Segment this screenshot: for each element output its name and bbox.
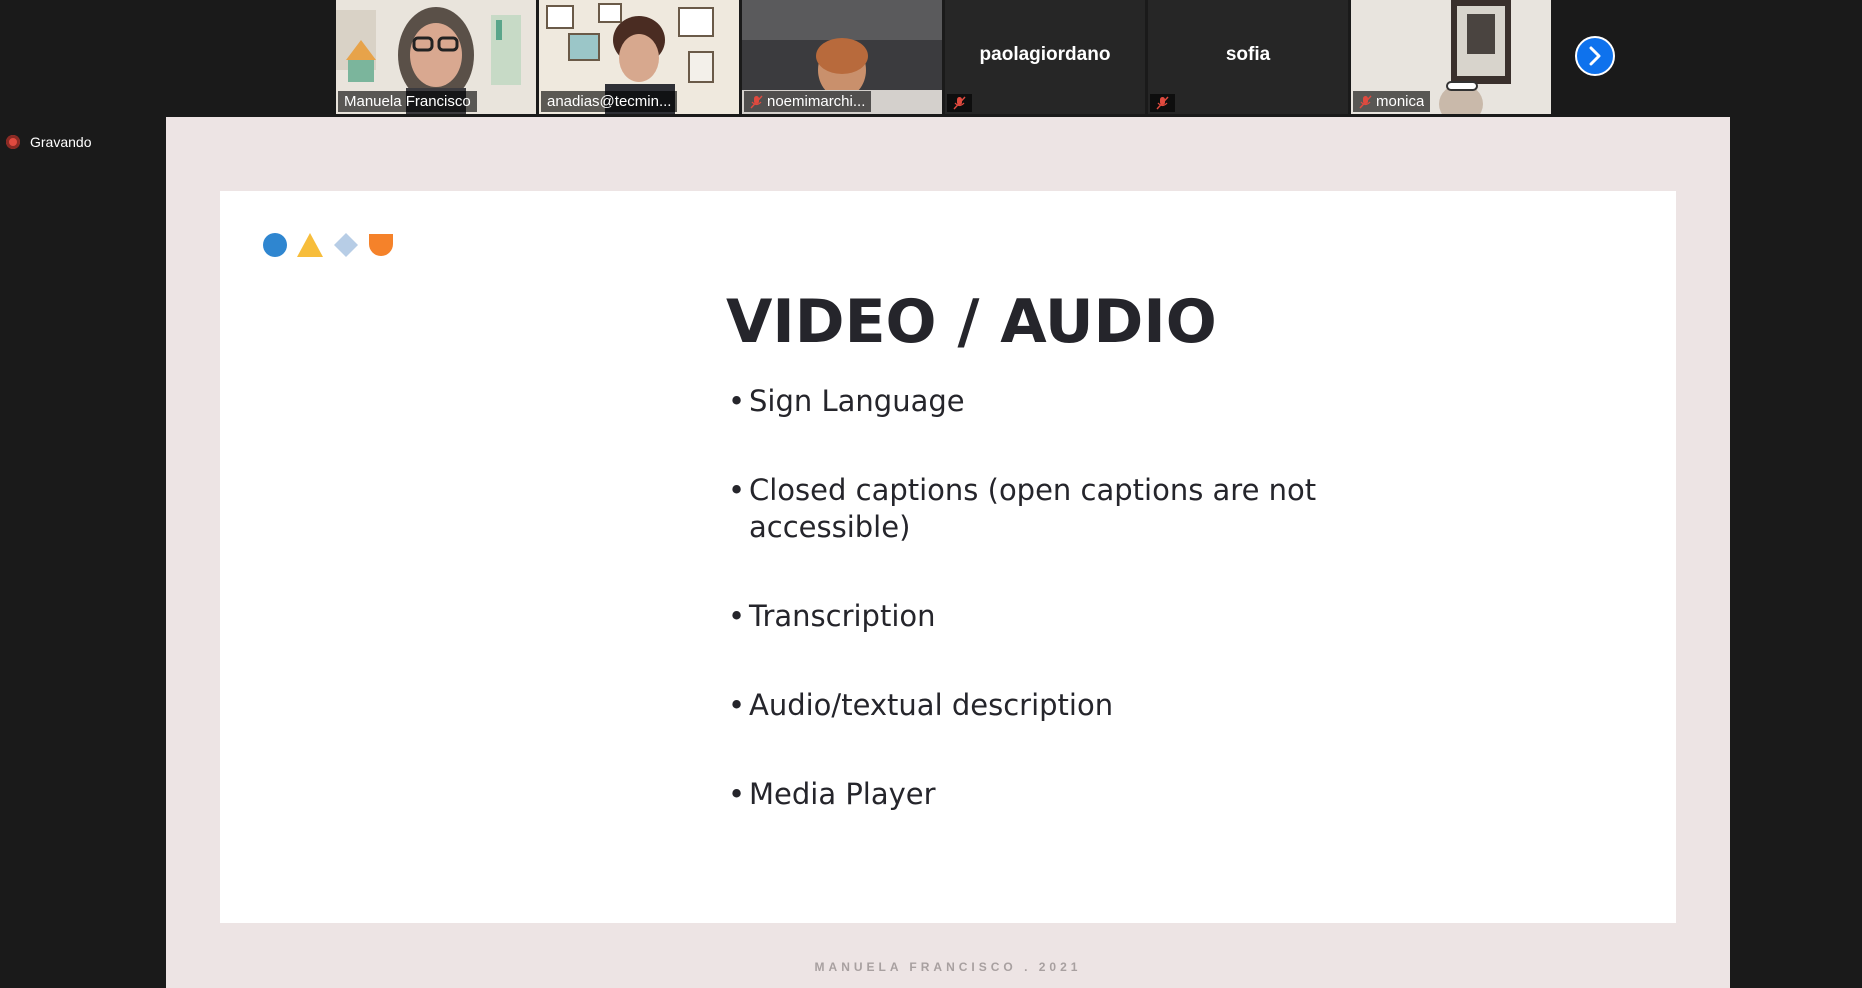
slide-logo	[262, 231, 394, 259]
diamond-icon	[334, 233, 358, 257]
participant-name-display: sofia	[1225, 44, 1271, 65]
slide: VIDEO / AUDIO Sign Language Closed capti…	[220, 191, 1676, 923]
slide-bullet: Sign Language	[728, 383, 1328, 420]
slide-bullet: Audio/textual description	[728, 687, 1328, 724]
mic-muted-icon	[1359, 95, 1372, 108]
triangle-icon	[297, 233, 323, 257]
participant-tile[interactable]: anadias@tecmin...	[539, 0, 739, 114]
participant-name-label: Manuela Francisco	[338, 91, 477, 112]
participant-name-display: paolagiordano	[979, 44, 1111, 65]
next-page-button[interactable]	[1575, 36, 1615, 76]
mic-muted-icon	[1156, 96, 1169, 110]
shield-icon	[369, 234, 393, 256]
slide-bullet: Closed captions (open captions are not a…	[728, 472, 1328, 546]
chevron-right-icon	[1589, 46, 1601, 66]
recording-indicator[interactable]: Gravando	[6, 134, 91, 150]
slide-bullet: Transcription	[728, 598, 1328, 635]
participant-tile[interactable]: monica	[1351, 0, 1551, 114]
participant-name-label: noemimarchi...	[744, 91, 872, 112]
participant-name-label	[1150, 94, 1175, 112]
participant-tile[interactable]: noemimarchi...	[742, 0, 942, 114]
participant-tile[interactable]: sofia	[1148, 0, 1348, 114]
participant-name-label	[947, 94, 972, 112]
video-gallery: Manuela Francisco anadias@tecmin... noem…	[336, 0, 1551, 114]
participant-tile[interactable]: paolagiordano	[945, 0, 1145, 114]
recording-icon	[6, 135, 20, 149]
participant-tile[interactable]: Manuela Francisco	[336, 0, 536, 114]
mic-muted-icon	[750, 95, 763, 108]
participant-name-label: anadias@tecmin...	[541, 91, 678, 112]
shared-screen: VIDEO / AUDIO Sign Language Closed capti…	[166, 117, 1730, 988]
participant-name-label: monica	[1353, 91, 1431, 112]
circle-icon	[263, 233, 287, 257]
mic-muted-icon	[953, 96, 966, 110]
slide-bullet: Media Player	[728, 776, 1328, 813]
slide-title: VIDEO / AUDIO	[726, 287, 1217, 357]
slide-bullet-list: Sign Language Closed captions (open capt…	[728, 383, 1328, 865]
slide-footer: MANUELA FRANCISCO . 2021	[814, 960, 1082, 974]
recording-label: Gravando	[30, 134, 92, 150]
